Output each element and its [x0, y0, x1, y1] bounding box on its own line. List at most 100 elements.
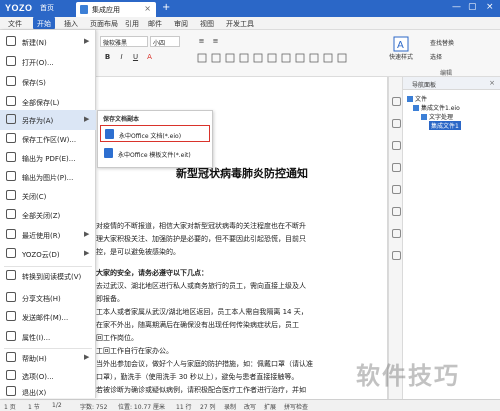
navigation-pane: 导航面板 × 文件 集成文件1.eio 文字处理 集成文件1: [403, 77, 500, 399]
menu-item-label: 输出为图片(P)...: [22, 174, 74, 182]
underline-button[interactable]: U: [130, 52, 141, 63]
paragraph-line: 大家的安全，请务必遵守以下几点：: [96, 269, 208, 277]
minimize-icon[interactable]: —: [452, 2, 461, 12]
paragraph-line: 对疫情的不断报道，相信大家对新型冠状病毒的关注程度也在不断升: [96, 222, 306, 230]
save-as-eio-option[interactable]: 永中Office 文档(*.eio): [100, 125, 210, 142]
menu-view[interactable]: 视图: [200, 19, 214, 29]
find-replace-button[interactable]: 查找替换: [430, 38, 454, 47]
options-icon: [6, 370, 16, 380]
tree-folder-label: 文字处理: [429, 114, 454, 121]
style-tool-icon[interactable]: [392, 141, 401, 150]
file-menu-share[interactable]: 分享文档(H): [0, 288, 96, 308]
home-tab[interactable]: 首页: [40, 3, 54, 13]
navigation-tool-icon[interactable]: [392, 119, 401, 128]
tree-folder[interactable]: 文字处理: [421, 112, 453, 121]
status-extend[interactable]: 扩展: [264, 402, 276, 411]
close-window-icon[interactable]: ×: [486, 2, 494, 12]
file-menu-yozo-cloud[interactable]: YOZO云(D) ▶: [0, 244, 96, 264]
clipboard-tool-icon[interactable]: [392, 163, 401, 172]
save-icon: [6, 76, 16, 86]
save-as-icon: [6, 114, 16, 124]
font-name-select[interactable]: 微软雅黑: [100, 36, 148, 47]
file-menu-save-as[interactable]: 另存为(A) ▶: [0, 110, 96, 130]
menu-item-label: 最近使用(R): [22, 232, 61, 240]
tree-file[interactable]: 集成文件1.eio: [413, 103, 460, 112]
shape-tool-icon[interactable]: [392, 185, 401, 194]
file-menu-exit[interactable]: 退出(X): [0, 382, 96, 402]
settings-tool-icon[interactable]: [392, 251, 401, 260]
select-button[interactable]: 选择: [430, 52, 442, 61]
submenu-arrow-icon: ▶: [84, 249, 90, 257]
paragraph-line: 回工作岗位。: [96, 334, 138, 342]
word-processing-icon: [421, 114, 427, 120]
file-menu-help[interactable]: 帮助(H) ▶: [0, 348, 96, 368]
bookmark-tool-icon[interactable]: [392, 229, 401, 238]
paragraph-tools: [197, 53, 347, 63]
align-left-button[interactable]: ≡: [196, 36, 207, 47]
align-center-button[interactable]: ≡: [210, 36, 221, 47]
paragraph-line: 工回工作自行在家办公。: [96, 347, 173, 355]
new-tab-icon[interactable]: +: [162, 2, 170, 13]
file-menu-close[interactable]: 关闭(C): [0, 186, 96, 206]
bold-button[interactable]: B: [102, 52, 113, 63]
menu-insert[interactable]: 插入: [64, 19, 78, 29]
document-tab[interactable]: 集成应用 ×: [76, 2, 156, 17]
quick-styles-button[interactable]: A 快速样式: [386, 36, 416, 61]
nav-pane-header: 导航面板 ×: [403, 77, 500, 90]
image-tool-icon[interactable]: [392, 207, 401, 216]
file-menu-open[interactable]: 打开(O)...: [0, 52, 96, 72]
menu-item-label: 另存为(A): [22, 117, 54, 125]
file-menu-reading-mode[interactable]: 转换到阅读模式(V): [0, 266, 96, 286]
menu-item-label: 全部保存(L): [22, 99, 60, 107]
eio-document-icon: [105, 129, 114, 139]
menu-item-label: 输出为 PDF(E)...: [22, 155, 76, 163]
file-menu-save-all[interactable]: 全部保存(L): [0, 92, 96, 112]
file-menu-new[interactable]: 新建(N) ▶: [0, 32, 96, 52]
tree-selected-item[interactable]: 集成文件1: [429, 121, 461, 130]
mail-icon: [6, 311, 16, 321]
file-menu-close-all[interactable]: 全部关闭(Z): [0, 205, 96, 225]
status-spell-check[interactable]: 拼写检查: [284, 402, 308, 411]
menu-item-label: 打开(O)...: [22, 59, 54, 67]
recent-icon: [6, 229, 16, 239]
menu-item-label: YOZO云(D): [22, 251, 60, 259]
file-menu-recent[interactable]: 最近使用(R) ▶: [0, 225, 96, 245]
menu-review[interactable]: 审阅: [174, 19, 188, 29]
italic-button[interactable]: I: [116, 52, 127, 63]
font-color-button[interactable]: A: [144, 52, 155, 63]
reading-mode-icon: [6, 270, 16, 280]
menu-mail[interactable]: 邮件: [148, 19, 162, 29]
status-overwrite[interactable]: 改写: [244, 402, 256, 411]
menu-references[interactable]: 引用: [125, 19, 139, 29]
file-menu-properties[interactable]: 属性(I)...: [0, 327, 96, 347]
eit-template-icon: [104, 148, 113, 158]
paragraph-line: 在家不外出，随离期满后在确保没有出现任何传染病症状后，员工: [96, 321, 299, 329]
open-icon: [6, 56, 16, 66]
menu-developer[interactable]: 开发工具: [226, 19, 254, 29]
nav-pane-title: 导航面板: [412, 82, 437, 89]
status-word-count: 字数: 752: [80, 404, 108, 411]
close-all-icon: [6, 209, 16, 219]
close-tab-icon[interactable]: ×: [144, 4, 151, 13]
paragraph-line: 控，是可以避免被感染的。: [96, 248, 180, 256]
side-toolbar: [388, 77, 403, 399]
paragraph-line: 即报备。: [96, 295, 124, 303]
file-menu-export-pdf[interactable]: 输出为 PDF(E)...: [0, 148, 96, 168]
file-menu-save-workspace[interactable]: 保存工作区(W)...: [0, 129, 96, 149]
font-size-select[interactable]: 小四: [150, 36, 180, 47]
file-menu-send-mail[interactable]: 发送邮件(M)...: [0, 307, 96, 327]
save-as-eit-option[interactable]: 永中Office 模板文件(*.eit): [100, 145, 210, 162]
status-record[interactable]: 录制: [224, 402, 236, 411]
paragraph-line: 工本人或者家属从武汉/湖北地区返回，员工本人需自我隔离 14 天，: [96, 308, 308, 316]
file-menu-export-image[interactable]: 输出为图片(P)...: [0, 167, 96, 187]
edit-tool-icon[interactable]: [392, 97, 401, 106]
menu-page-layout[interactable]: 页面布局: [90, 19, 118, 29]
close-pane-icon[interactable]: ×: [489, 79, 495, 87]
menu-home[interactable]: 开始: [33, 17, 55, 29]
maximize-icon[interactable]: ▢: [468, 2, 477, 12]
tree-root[interactable]: 文件: [407, 94, 427, 103]
exit-icon: [6, 386, 16, 396]
menu-item-label: 选项(O)...: [22, 373, 54, 381]
file-menu-save[interactable]: 保存(S): [0, 72, 96, 92]
menu-file[interactable]: 文件: [8, 19, 22, 29]
